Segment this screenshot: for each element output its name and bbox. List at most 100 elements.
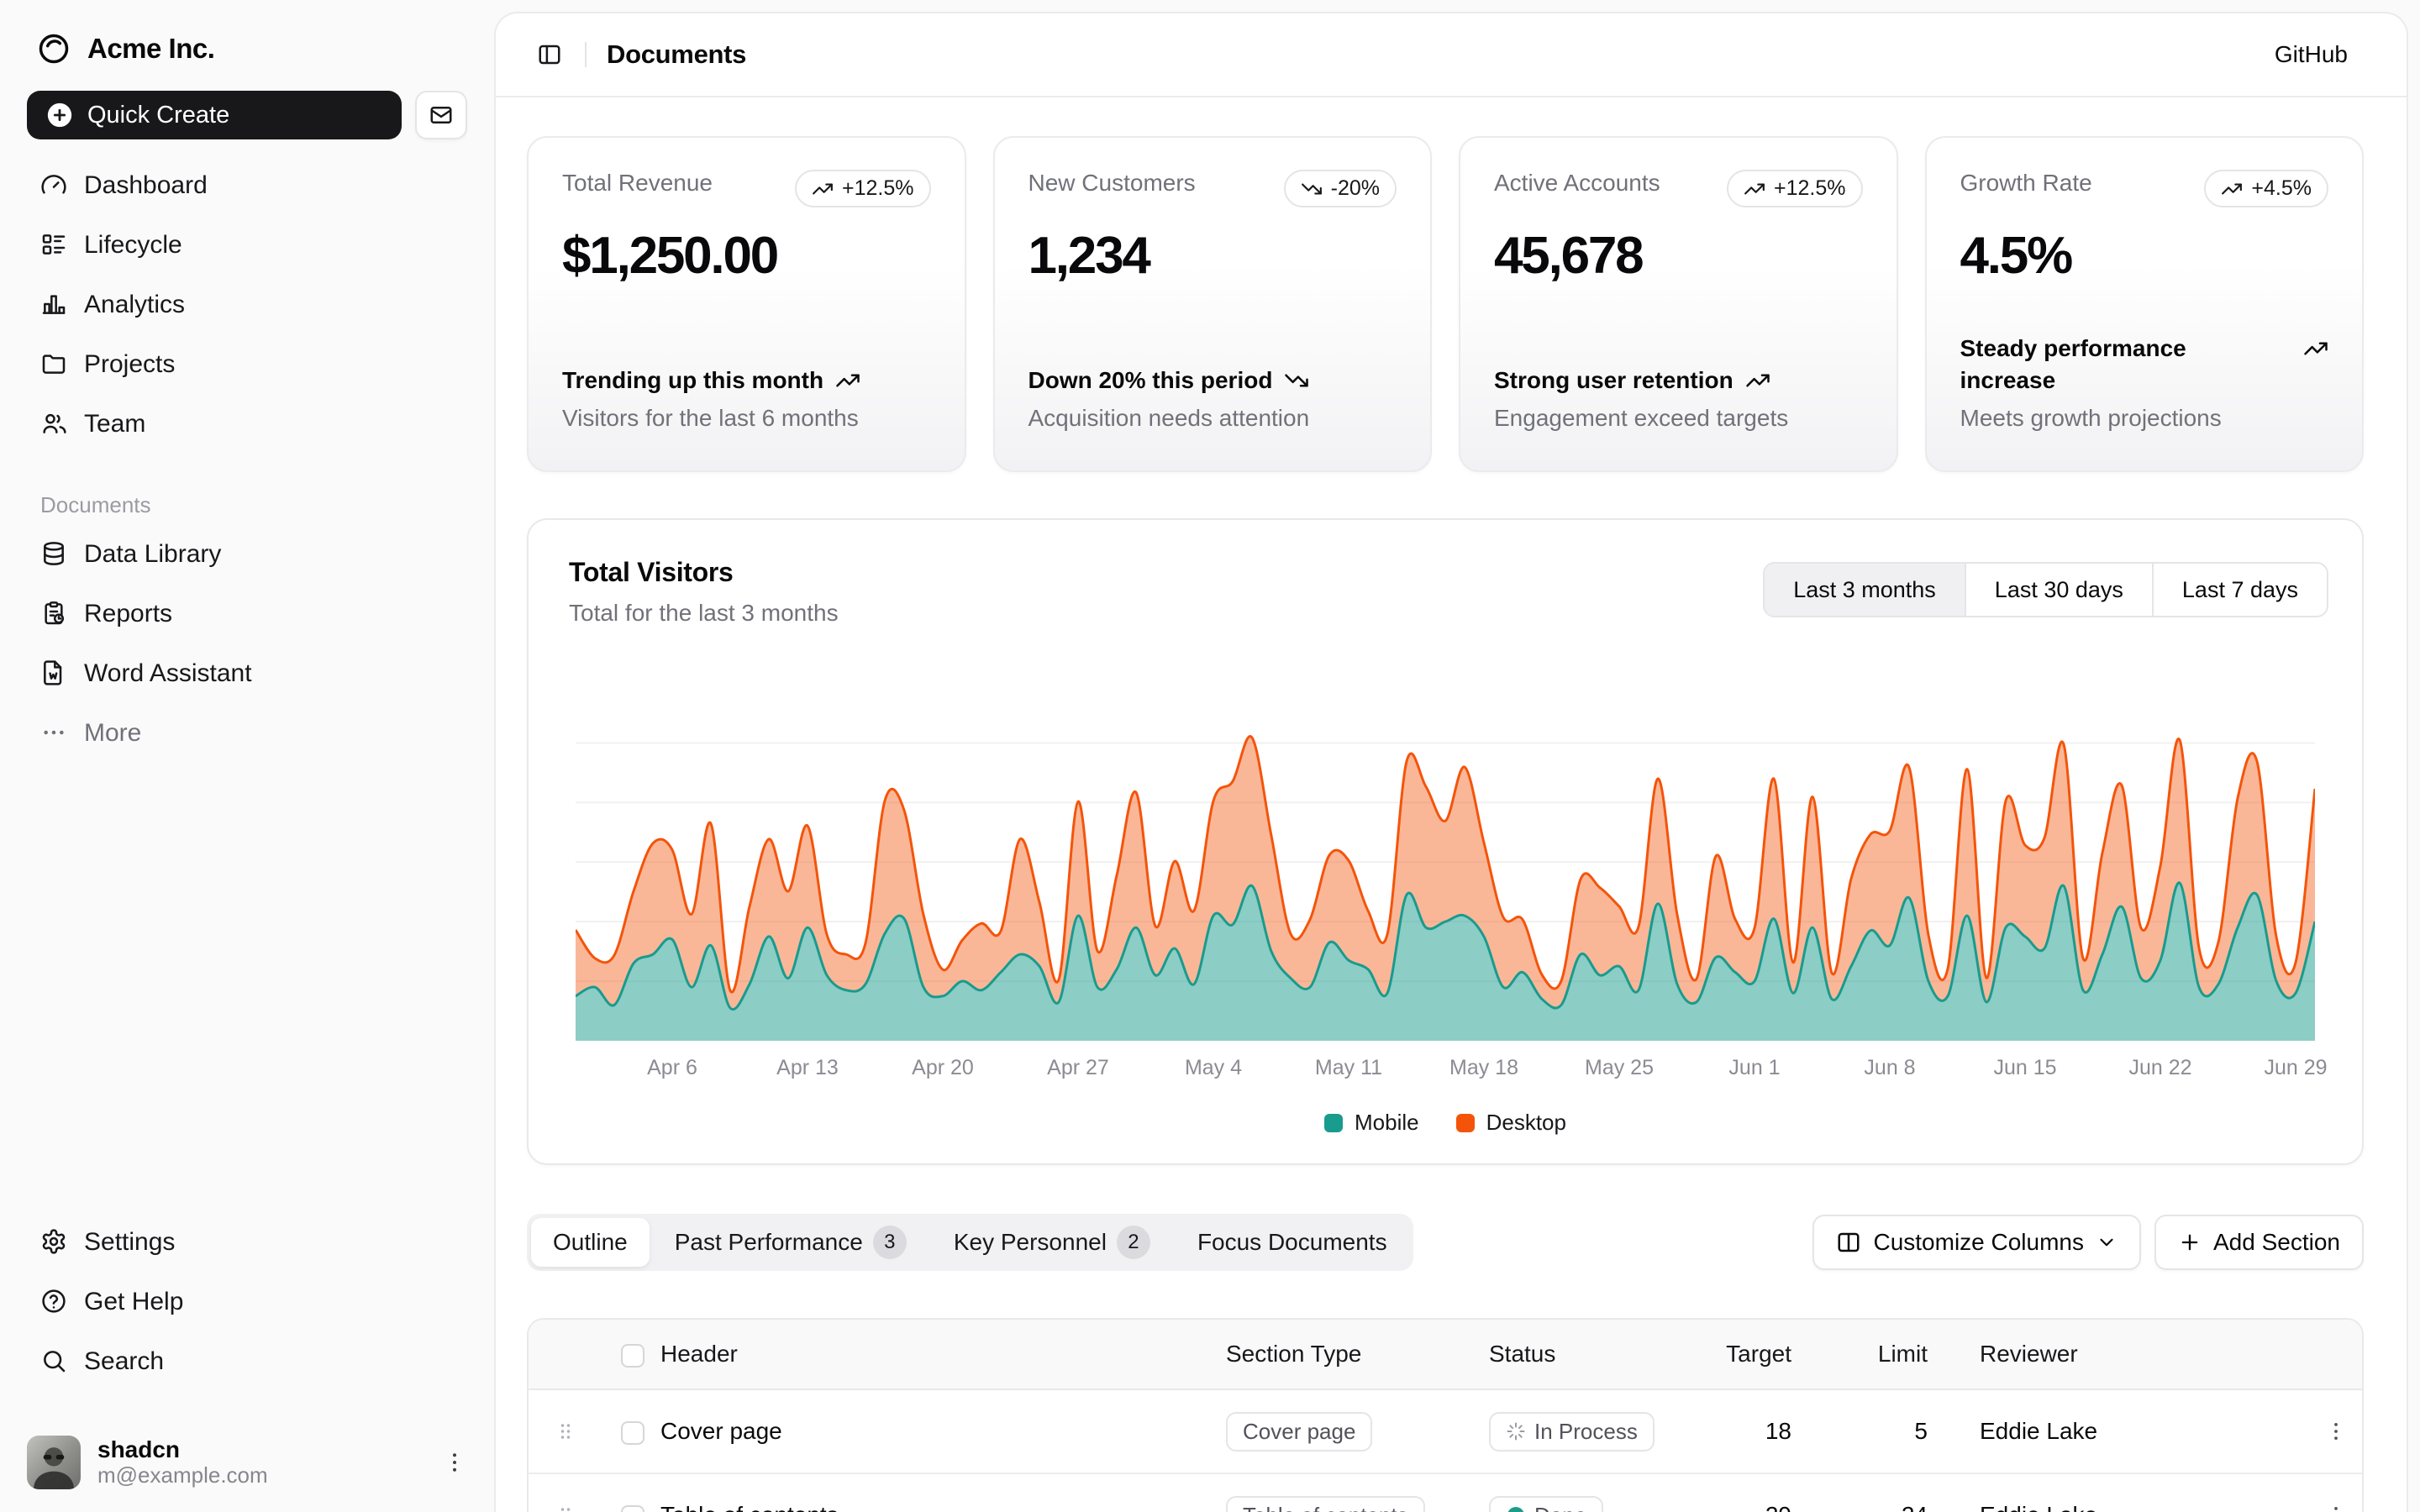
trending-down-icon xyxy=(1284,368,1309,393)
add-section-label: Add Section xyxy=(2213,1229,2340,1256)
status-badge: In Process xyxy=(1489,1412,1655,1452)
range-last-30-days[interactable]: Last 30 days xyxy=(1965,564,2152,616)
user-email: m@example.com xyxy=(97,1463,268,1488)
tab-outline[interactable]: Outline xyxy=(531,1218,650,1267)
sidebar-item-projects[interactable]: Projects xyxy=(27,340,467,389)
tab-key-personnel[interactable]: Key Personnel 2 xyxy=(932,1218,1172,1267)
gear-icon xyxy=(40,1228,69,1257)
user-menu[interactable]: shadcn m@example.com xyxy=(27,1435,467,1490)
table-row[interactable]: Table of contents Table of contents Done… xyxy=(529,1474,2362,1512)
sidebar-item-lifecycle[interactable]: Lifecycle xyxy=(27,221,467,270)
app-header: Documents GitHub xyxy=(496,13,2407,97)
column-reviewer[interactable]: Reviewer xyxy=(1936,1341,2310,1368)
sidebar-item-label: Settings xyxy=(84,1228,175,1257)
ellipsis-icon xyxy=(40,719,69,748)
trend-badge-value: +4.5% xyxy=(2251,176,2312,201)
sidebar-item-label: Lifecycle xyxy=(84,231,182,260)
stat-card-new-customers: New Customers -20% 1,234 Down 20% this p… xyxy=(993,136,1433,472)
x-tick-label: Apr 27 xyxy=(1047,1056,1109,1080)
sidebar-item-reports[interactable]: Reports xyxy=(27,590,467,638)
more-vertical-icon[interactable] xyxy=(442,1450,467,1475)
bar-chart-icon xyxy=(40,291,69,319)
status-label: In Process xyxy=(1534,1419,1638,1445)
column-status[interactable]: Status xyxy=(1489,1341,1692,1368)
drag-handle-icon[interactable] xyxy=(529,1504,602,1512)
inbox-button[interactable] xyxy=(415,91,467,139)
tab-label: Past Performance xyxy=(675,1229,863,1256)
row-reviewer[interactable]: Eddie Lake xyxy=(1936,1418,2310,1445)
drag-handle-icon[interactable] xyxy=(529,1420,602,1443)
sidebar-item-team[interactable]: Team xyxy=(27,400,467,449)
brand[interactable]: Acme Inc. xyxy=(27,0,467,66)
customize-columns-label: Customize Columns xyxy=(1873,1229,2084,1256)
total-visitors-card: Total Visitors Total for the last 3 mont… xyxy=(527,518,2364,1165)
row-target[interactable]: 29 xyxy=(1692,1502,1800,1512)
stat-footer-title: Trending up this month xyxy=(562,365,823,396)
x-tick-label: Apr 20 xyxy=(912,1056,974,1080)
database-icon xyxy=(40,540,69,569)
sidebar-item-analytics[interactable]: Analytics xyxy=(27,281,467,329)
x-tick-label: Jun 22 xyxy=(2128,1056,2191,1080)
trend-badge-value: +12.5% xyxy=(842,176,914,201)
row-reviewer[interactable]: Eddie Lake xyxy=(1936,1502,2310,1512)
stat-title: New Customers xyxy=(1028,170,1196,197)
sidebar-toggle-button[interactable] xyxy=(526,31,573,78)
sidebar-section-documents: Documents xyxy=(40,492,467,518)
sidebar-item-dashboard[interactable]: Dashboard xyxy=(27,161,467,210)
row-header[interactable]: Cover page xyxy=(650,1418,1226,1445)
stat-title: Active Accounts xyxy=(1494,170,1660,197)
sections-table: Header Section Type Status Target Limit … xyxy=(527,1318,2364,1512)
trending-up-icon xyxy=(812,178,834,200)
tab-count-badge: 3 xyxy=(873,1226,907,1259)
column-header[interactable]: Header xyxy=(650,1341,1226,1368)
sidebar-item-get-help[interactable]: Get Help xyxy=(27,1278,467,1326)
column-limit[interactable]: Limit xyxy=(1800,1341,1936,1368)
table-row[interactable]: Cover page Cover page In Process 18 5 Ed… xyxy=(529,1390,2362,1474)
stat-footer-title: Down 20% this period xyxy=(1028,365,1273,396)
row-limit[interactable]: 5 xyxy=(1800,1418,1936,1445)
legend-item-desktop: Desktop xyxy=(1456,1110,1566,1136)
stat-value: 1,234 xyxy=(1028,226,1397,286)
sidebar-item-more[interactable]: More xyxy=(27,709,467,758)
range-last-7-days[interactable]: Last 7 days xyxy=(2152,564,2327,616)
main-panel: Documents GitHub Total Revenue +12.5% $1… xyxy=(494,12,2408,1512)
row-limit[interactable]: 24 xyxy=(1800,1502,1936,1512)
avatar xyxy=(27,1436,81,1489)
row-target[interactable]: 18 xyxy=(1692,1418,1800,1445)
sidebar-item-data-library[interactable]: Data Library xyxy=(27,530,467,579)
stat-footer-desc: Acquisition needs attention xyxy=(1028,405,1397,432)
row-actions-icon[interactable] xyxy=(2310,1504,2362,1512)
trend-badge: +4.5% xyxy=(2204,170,2328,207)
sidebar-item-search[interactable]: Search xyxy=(27,1337,467,1386)
add-section-button[interactable]: Add Section xyxy=(2154,1215,2364,1270)
acme-logo-icon xyxy=(37,32,71,66)
page-title: Documents xyxy=(607,39,746,70)
row-checkbox[interactable] xyxy=(621,1421,644,1445)
column-section-type[interactable]: Section Type xyxy=(1226,1341,1489,1368)
section-type-badge: Table of contents xyxy=(1226,1496,1425,1512)
sidebar-item-word-assistant[interactable]: Word Assistant xyxy=(27,649,467,698)
trend-badge-value: -20% xyxy=(1331,176,1380,201)
sidebar-item-settings[interactable]: Settings xyxy=(27,1218,467,1267)
tab-focus-documents[interactable]: Focus Documents xyxy=(1176,1218,1409,1267)
sidebar-item-label: Projects xyxy=(84,350,175,379)
stat-value: $1,250.00 xyxy=(562,226,931,286)
customize-columns-button[interactable]: Customize Columns xyxy=(1812,1215,2141,1270)
time-range-toggle: Last 3 months Last 30 days Last 7 days xyxy=(1763,562,2328,617)
sidebar-item-label: Search xyxy=(84,1347,164,1376)
tab-past-performance[interactable]: Past Performance 3 xyxy=(653,1218,929,1267)
row-actions-icon[interactable] xyxy=(2310,1420,2362,1443)
status-label: Done xyxy=(1534,1503,1586,1512)
quick-create-button[interactable]: Quick Create xyxy=(27,91,402,139)
tab-label: Outline xyxy=(553,1229,628,1256)
column-target[interactable]: Target xyxy=(1692,1341,1800,1368)
sidebar-footer-nav: Settings Get Help Search xyxy=(27,1218,467,1386)
range-last-3-months[interactable]: Last 3 months xyxy=(1765,564,1965,616)
github-link[interactable]: GitHub xyxy=(2275,41,2348,68)
x-tick-label: Jun 8 xyxy=(1864,1056,1915,1080)
quick-create-label: Quick Create xyxy=(87,102,229,129)
chart-subtitle: Total for the last 3 months xyxy=(569,600,839,627)
row-checkbox[interactable] xyxy=(621,1505,644,1512)
select-all-checkbox[interactable] xyxy=(621,1344,644,1368)
row-header[interactable]: Table of contents xyxy=(650,1502,1226,1512)
